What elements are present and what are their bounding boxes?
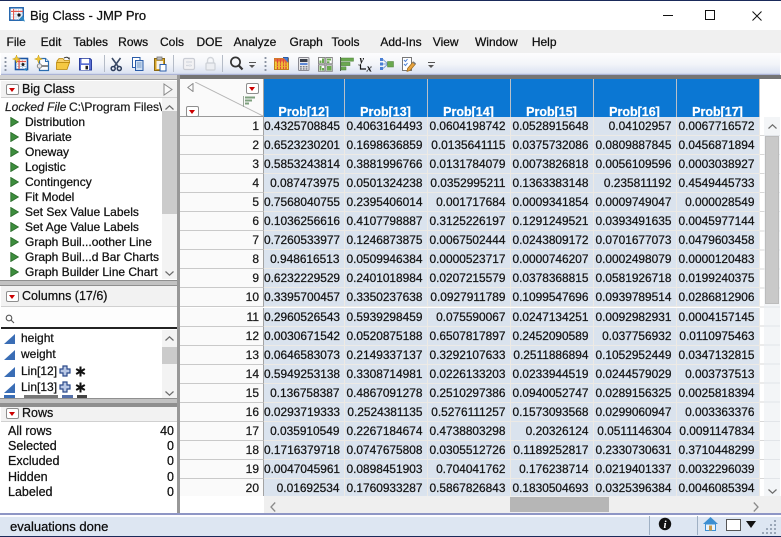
svg-text:x: x <box>366 63 373 74</box>
svg-text:y: y <box>359 55 365 66</box>
